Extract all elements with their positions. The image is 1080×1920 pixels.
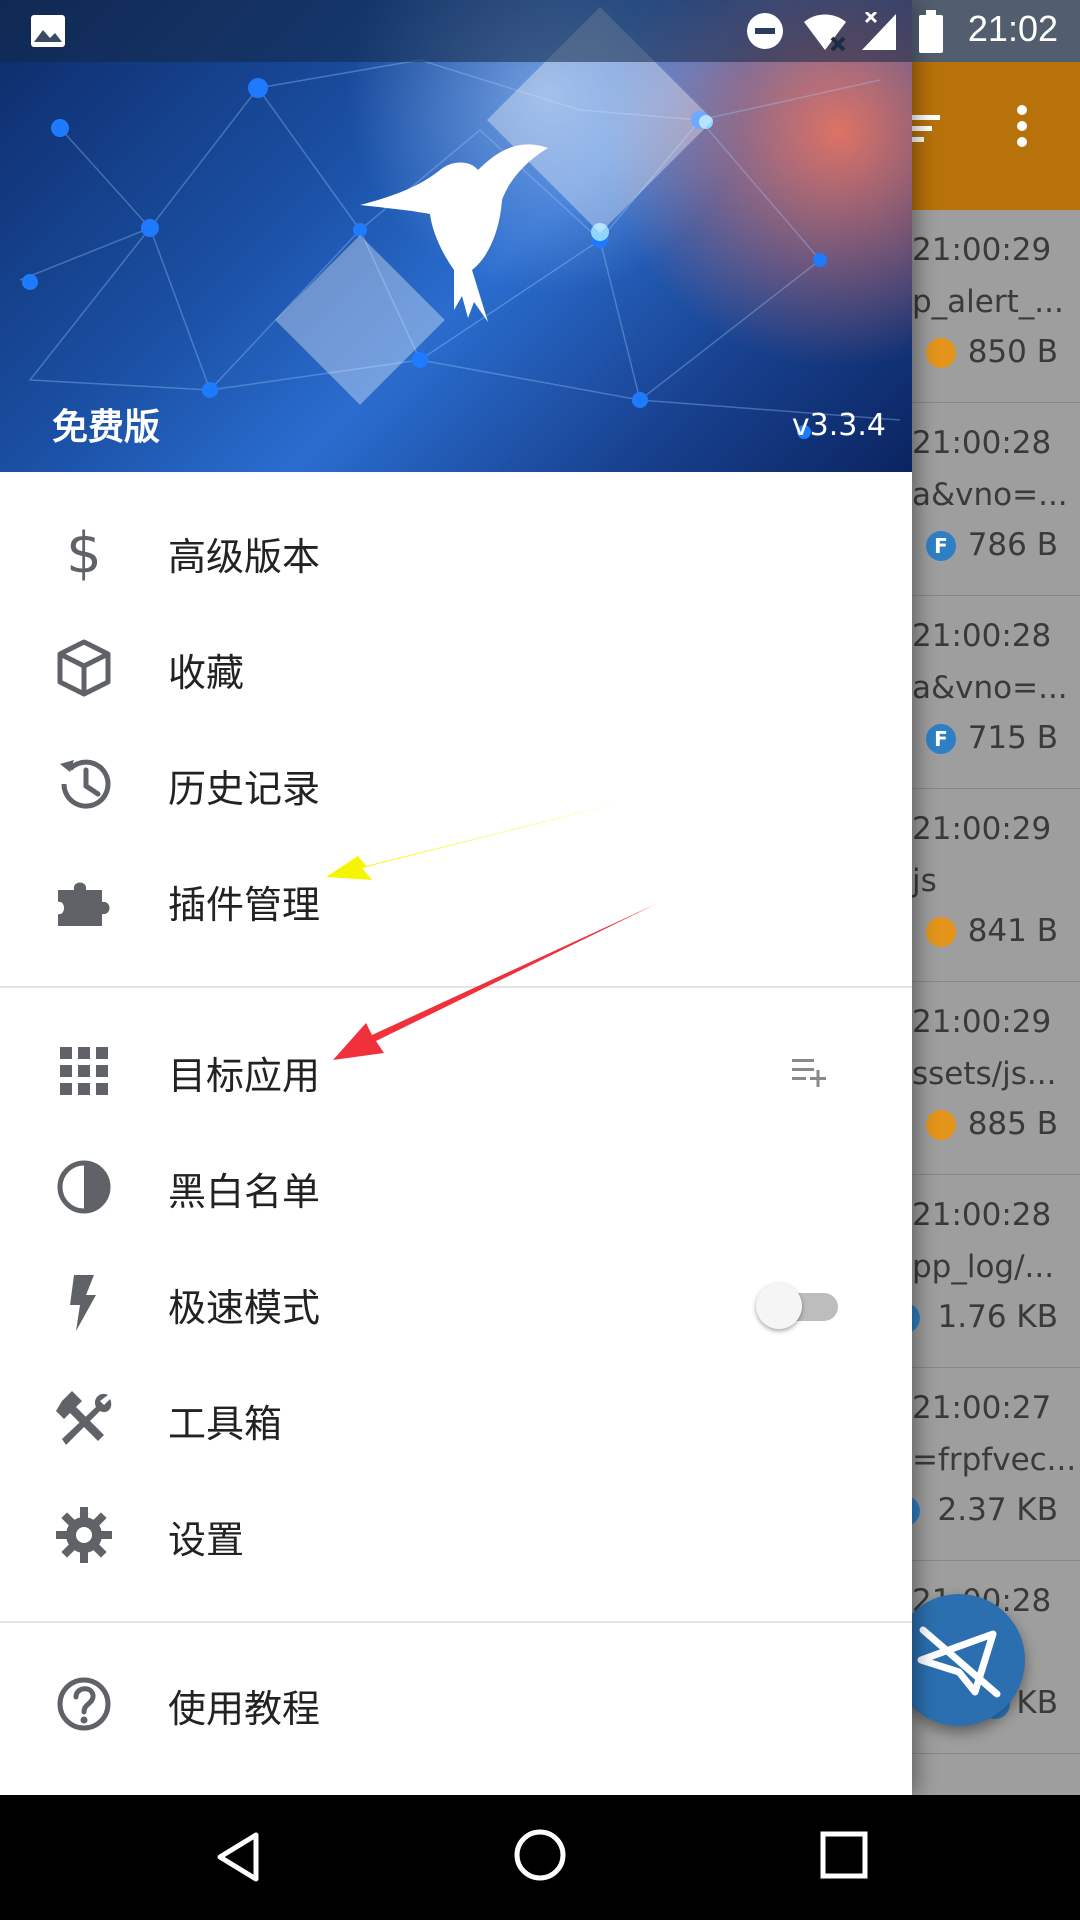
menu-divider [0,986,912,988]
menu-divider [0,1621,912,1623]
recents-icon[interactable] [818,1829,870,1881]
menu-item-label: 工具箱 [168,1402,283,1446]
request-size: 841 B [967,913,1058,949]
speed-mode-toggle[interactable] [756,1283,846,1329]
menu-item-label: 插件管理 [168,883,321,927]
request-size: 1.76 KB [937,1299,1058,1335]
toggle-thumb [756,1283,802,1329]
protocol-badge-icon: F [926,531,956,561]
more-options-icon[interactable] [1012,102,1032,161]
request-url: =frpfvec... [912,1442,1077,1478]
protocol-badge-icon [926,338,956,368]
menu-item-blacklist[interactable]: 黑白名单 [0,1129,912,1245]
contrast-icon [57,1160,111,1214]
request-size: 885 B [967,1106,1058,1142]
request-time: 21:00:28 [912,618,1052,654]
request-size: 850 B [967,334,1058,370]
help-circle-icon [57,1677,111,1731]
request-url: pp_log/... [912,1249,1055,1285]
back-icon[interactable] [210,1829,266,1885]
apps-grid-icon [60,1047,108,1095]
do-not-disturb-icon [747,13,783,49]
status-bar: 21:02 [0,0,1080,62]
menu-item-label: 高级版本 [168,535,321,579]
menu-item-premium[interactable]: $ 高级版本 [0,494,912,610]
battery-icon [919,10,943,53]
playlist-add-icon[interactable] [790,1053,830,1089]
tools-icon [56,1391,112,1445]
cube-icon [57,639,111,697]
menu-item-label: 历史记录 [168,767,321,811]
request-size: 715 B [967,720,1058,756]
request-url: js [912,863,937,899]
menu-item-label: 收藏 [168,651,245,695]
request-url: a&vno=... [912,477,1068,513]
gear-icon [56,1507,112,1563]
protocol-badge-icon [926,1110,956,1140]
navigation-drawer: 免费版 v3.3.4 $ 高级版本 收藏 历史记录 插件管理 目标应用 黑白名单… [0,0,912,1795]
puzzle-piece-icon [58,882,110,926]
lightning-bolt-icon [70,1275,96,1331]
request-time: 21:00:29 [912,232,1052,268]
menu-item-toolbox[interactable]: 工具箱 [0,1361,912,1477]
request-url: a&vno=... [912,670,1068,706]
menu-item-label: 使用教程 [168,1687,321,1731]
sort-icon[interactable] [912,106,942,160]
menu-item-settings[interactable]: 设置 [0,1477,912,1593]
request-size: 786 B [967,527,1058,563]
version-label: v3.3.4 [791,408,886,443]
request-time: 21:00:27 [912,1390,1052,1426]
request-url: ssets/js... [912,1056,1057,1092]
menu-item-plugins[interactable]: 插件管理 [0,842,912,958]
menu-item-label: 设置 [168,1518,245,1562]
protocol-badge-icon [926,917,956,947]
capture-fab-button[interactable] [893,1594,1025,1726]
menu-item-favorites[interactable]: 收藏 [0,610,912,726]
home-icon[interactable] [512,1827,568,1883]
image-notification-icon [31,15,65,47]
menu-item-history[interactable]: 历史记录 [0,726,912,842]
svg-text:$: $ [66,521,102,584]
protocol-badge-icon: F [926,724,956,754]
request-time: 21:00:28 [912,425,1052,461]
request-time: 21:00:28 [912,1197,1052,1233]
menu-item-tutorial[interactable]: 使用教程 [0,1646,912,1762]
history-icon [60,759,111,809]
request-size: 2.37 KB [937,1492,1058,1528]
cell-signal-icon [862,12,896,50]
request-url: p_alert_... [912,284,1064,320]
edition-label: 免费版 [52,407,161,448]
wifi-off-icon [804,14,846,52]
menu-item-label: 极速模式 [168,1286,321,1330]
paper-plane-off-icon [917,1626,1001,1698]
dollar-icon: $ [66,521,102,584]
menu-item-label: 目标应用 [168,1054,321,1098]
request-time: 21:00:29 [912,1004,1052,1040]
status-clock: 21:02 [967,8,1058,49]
system-navigation-bar [0,1795,1080,1920]
menu-item-target-apps[interactable]: 目标应用 [0,1013,912,1129]
request-time: 21:00:29 [912,811,1052,847]
drawer-header: 免费版 v3.3.4 [0,0,912,472]
menu-item-label: 黑白名单 [168,1170,321,1214]
